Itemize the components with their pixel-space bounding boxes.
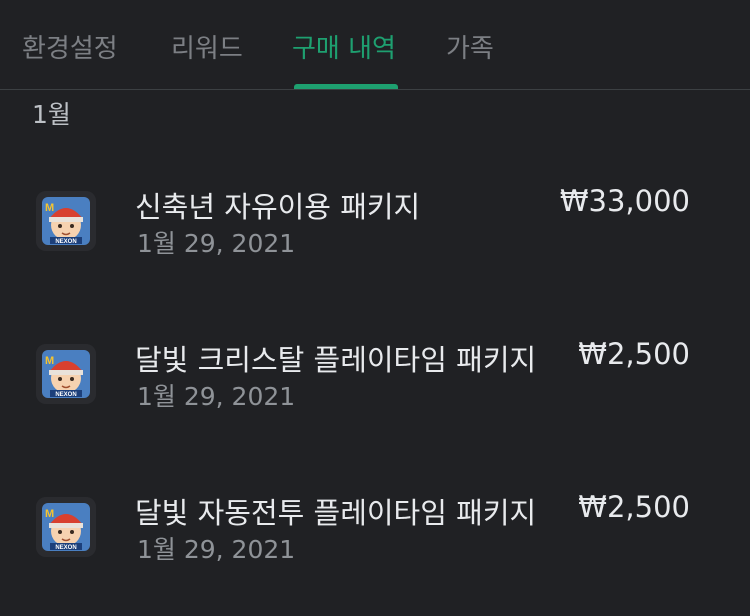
list-item[interactable]: M NEXON 신축년 자유이용 패키지 ₩33,000 1월 29, 2021 (0, 175, 750, 275)
tab-rewards[interactable]: 리워드 (171, 28, 243, 65)
purchase-title: 달빛 자동전투 플레이타임 패키지 (135, 496, 537, 530)
purchase-price: ₩2,500 (578, 337, 690, 371)
list-item[interactable]: M NEXON 달빛 크리스탈 플레이타임 패키지 ₩2,500 1월 29, … (0, 328, 750, 428)
list-item[interactable]: M NEXON 달빛 자동전투 플레이타임 패키지 ₩2,500 1월 29, … (0, 481, 750, 581)
purchase-title: 신축년 자유이용 패키지 (135, 190, 421, 224)
tab-bar: 환경설정 리워드 구매 내역 가족 (0, 0, 750, 90)
purchase-price: ₩2,500 (578, 490, 690, 524)
purchase-title: 달빛 크리스탈 플레이타임 패키지 (135, 343, 537, 377)
nexon-game-app-icon: M NEXON (36, 344, 96, 404)
tab-family[interactable]: 가족 (446, 28, 494, 65)
purchase-price: ₩33,000 (559, 184, 690, 218)
svg-text:NEXON: NEXON (55, 392, 76, 398)
svg-text:M: M (45, 202, 54, 214)
purchase-date: 1월 29, 2021 (137, 229, 296, 258)
month-header: 1월 (32, 100, 71, 129)
svg-text:NEXON: NEXON (55, 545, 76, 551)
svg-text:M: M (45, 508, 54, 520)
nexon-game-app-icon: M NEXON (36, 497, 96, 557)
purchase-date: 1월 29, 2021 (137, 382, 296, 411)
tab-settings[interactable]: 환경설정 (22, 28, 118, 65)
purchase-date: 1월 29, 2021 (137, 535, 296, 564)
svg-text:NEXON: NEXON (55, 239, 76, 245)
svg-text:M: M (45, 355, 54, 367)
nexon-game-app-icon: M NEXON (36, 191, 96, 251)
tab-purchase-history[interactable]: 구매 내역 (292, 28, 396, 65)
active-tab-indicator (294, 84, 398, 89)
